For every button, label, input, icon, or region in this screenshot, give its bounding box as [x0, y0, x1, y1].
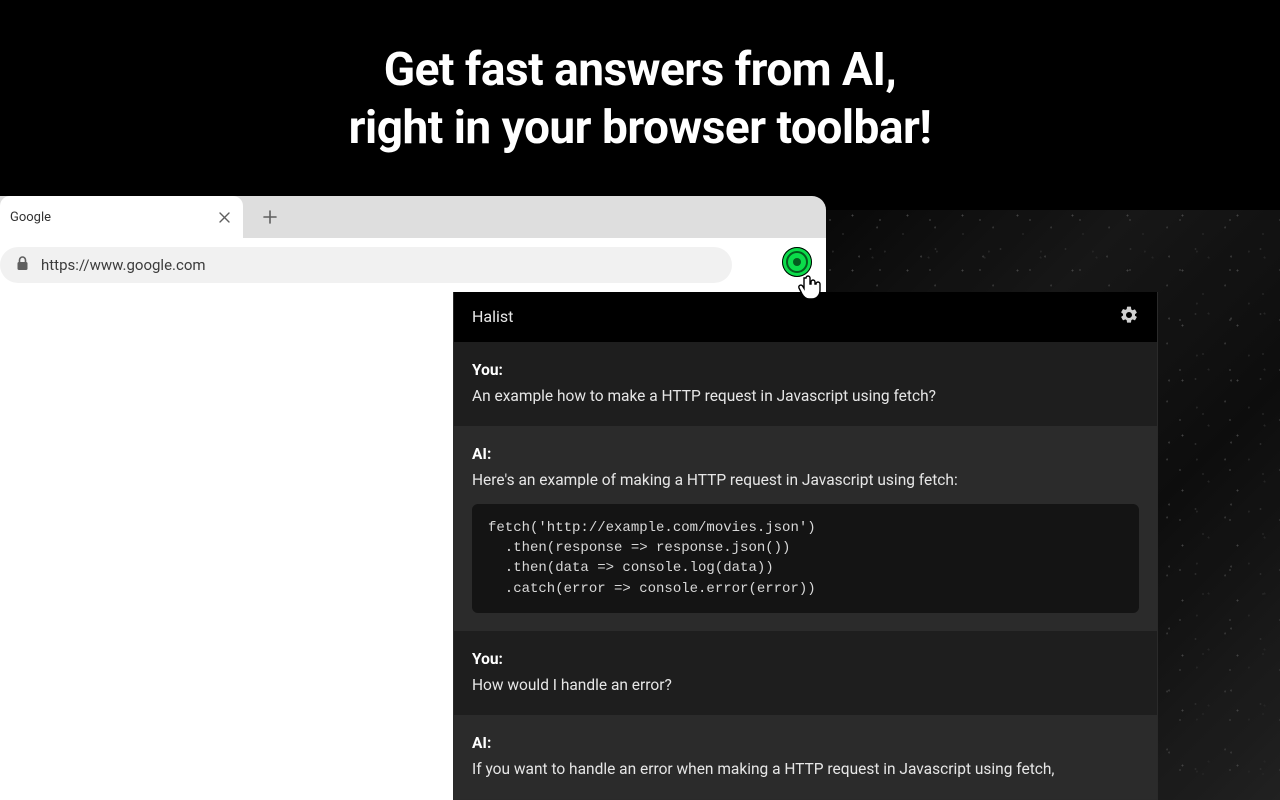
new-tab-button[interactable]	[255, 202, 285, 232]
chat-message-user: You: An example how to make a HTTP reque…	[454, 342, 1157, 426]
code-block[interactable]: fetch('http://example.com/movies.json') …	[472, 504, 1139, 613]
url-text: https://www.google.com	[41, 256, 206, 274]
chat-message-user: You: How would I handle an error?	[454, 631, 1157, 715]
message-sender: AI:	[472, 731, 1139, 755]
message-text: How would I handle an error?	[472, 673, 1139, 697]
message-sender: You:	[472, 647, 1139, 671]
hero-line-2: right in your browser toolbar!	[349, 101, 932, 155]
url-input[interactable]: https://www.google.com	[0, 247, 732, 283]
chat-message-ai: AI: If you want to handle an error when …	[454, 715, 1157, 799]
message-text: An example how to make a HTTP request in…	[472, 384, 1139, 408]
message-text: If you want to handle an error when maki…	[472, 757, 1139, 781]
message-sender: You:	[472, 358, 1139, 382]
lock-icon	[16, 256, 29, 275]
message-sender: AI:	[472, 442, 1139, 466]
extension-popup: Halist You: An example how to make a HTT…	[453, 292, 1158, 800]
browser-tab[interactable]: Google	[0, 196, 243, 238]
close-icon[interactable]	[215, 208, 233, 226]
extension-icon[interactable]	[782, 247, 812, 277]
browser-content	[0, 292, 455, 800]
popup-header: Halist	[454, 292, 1157, 342]
message-text: Here's an example of making a HTTP reque…	[472, 468, 1139, 492]
tab-title: Google	[8, 210, 215, 225]
hero-line-1: Get fast answers from AI,	[384, 43, 897, 97]
hero: Get fast answers from AI, right in your …	[0, 0, 1280, 157]
address-bar: https://www.google.com	[0, 238, 826, 292]
popup-title: Halist	[472, 307, 513, 326]
tab-bar: Google	[0, 196, 826, 238]
chat-message-ai: AI: Here's an example of making a HTTP r…	[454, 426, 1157, 631]
gear-icon[interactable]	[1119, 305, 1139, 329]
